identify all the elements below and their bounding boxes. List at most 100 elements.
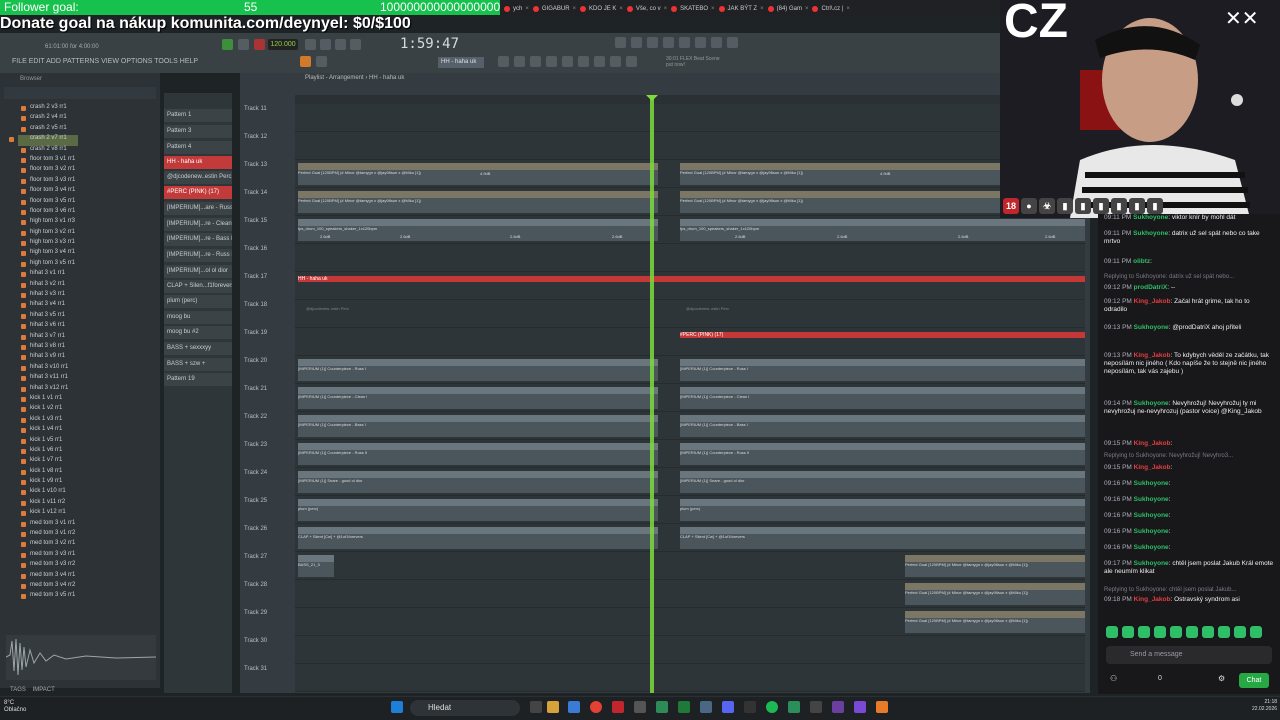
countdown-icon[interactable] <box>335 39 346 50</box>
playlist-clip[interactable]: [IMPERIUM (1)] Counterpiece - Russ II <box>298 443 658 465</box>
playlist-clip[interactable]: CLAP + Silent [Cw] + @1of1forevers <box>680 527 1085 549</box>
pattern-item[interactable]: CLAP + Silen...f1forevers <box>164 280 232 293</box>
gear-icon[interactable]: ⚙ <box>1218 674 1225 683</box>
playlist-clip[interactable]: Perfect Goal [120BPM] (# Minor @tamygn x… <box>298 191 658 213</box>
browser-file-item[interactable]: floor tom 3 v6 rr1 <box>21 208 78 218</box>
pattern-item[interactable]: Pattern 4 <box>164 141 232 154</box>
stop-icon[interactable] <box>238 39 249 50</box>
track-label[interactable]: Track 15 <box>244 218 284 244</box>
pattern-item[interactable]: #PERC (PINK) (17) <box>164 186 232 199</box>
pattern-item[interactable]: moog bu <box>164 311 232 324</box>
pattern-item[interactable]: [IMPERIUM]...are - Russ I <box>164 202 232 215</box>
track-label[interactable]: Track 29 <box>244 610 284 636</box>
close-icon[interactable]: × <box>760 6 764 12</box>
spotify-icon[interactable] <box>766 701 778 713</box>
track-label[interactable]: Track 28 <box>244 582 284 608</box>
chat-username[interactable]: Sukhoyone <box>1133 214 1168 221</box>
browser-file-item[interactable]: kick 1 v12 rr1 <box>21 509 78 519</box>
browser-file-item[interactable]: kick 1 v10 rr1 <box>21 488 78 498</box>
record-icon[interactable] <box>254 39 265 50</box>
pattern-item[interactable]: Pattern 1 <box>164 109 232 122</box>
wait-icon[interactable] <box>320 39 331 50</box>
chat-username[interactable]: King_Jakob <box>1134 352 1171 359</box>
browser-file-item[interactable]: med tom 3 v4 rr1 <box>21 572 78 582</box>
chrome-icon[interactable] <box>590 701 602 713</box>
edge-icon[interactable] <box>568 701 580 713</box>
pattern-selector[interactable]: HH - haha uk <box>438 57 484 68</box>
loop-record-icon[interactable] <box>350 39 361 50</box>
track-row[interactable] <box>295 664 1085 692</box>
close-icon[interactable]: × <box>711 6 715 12</box>
song-mode-icon[interactable] <box>316 56 327 67</box>
playlist-clip[interactable]: fps_drum_100_speakers_shaker_1x120bpm <box>298 219 658 241</box>
zoom-icon[interactable] <box>610 56 621 67</box>
playlist-clip[interactable]: Perfect Goal [120BPM] (# Minor @tamygn x… <box>905 583 1085 605</box>
excel-icon[interactable] <box>678 701 690 713</box>
browser-file-item[interactable]: med tom 3 v1 rr2 <box>21 530 78 540</box>
browser-file-item[interactable]: floor tom 3 v5 rr1 <box>21 198 78 208</box>
track-label[interactable]: Track 17 <box>244 274 284 300</box>
browser-tab[interactable]: KDO JE K × <box>580 3 623 14</box>
mixer-icon[interactable] <box>663 37 674 48</box>
browser-icon[interactable] <box>679 37 690 48</box>
emote-icon[interactable] <box>1250 626 1262 638</box>
playlist-icon[interactable] <box>615 37 626 48</box>
chat-icon[interactable] <box>711 37 722 48</box>
browser-file-item[interactable]: hihat 3 v1 rr1 <box>21 270 78 280</box>
playlist-clip[interactable]: [IMPERIUM (1)] Counterpiece - Russ I <box>298 359 658 381</box>
chat-username[interactable]: prodDatriX <box>1134 284 1168 291</box>
browser-file-item[interactable]: med tom 3 v2 rr1 <box>21 540 78 550</box>
pattern-item[interactable]: plum (perc) <box>164 295 232 308</box>
pattern-item[interactable]: Pattern 19 <box>164 373 232 386</box>
app-icon[interactable] <box>656 701 668 713</box>
weather-widget[interactable]: 8°C Oblačno <box>4 700 26 714</box>
track-row[interactable] <box>295 300 1085 328</box>
browser-file-item[interactable]: hihat 3 v5 rr1 <box>21 312 78 322</box>
browser-tab[interactable]: Ctrl\.cz | × <box>812 3 850 14</box>
pattern-item[interactable]: Pattern 3 <box>164 125 232 138</box>
track-row[interactable] <box>295 132 1085 160</box>
browser-tab[interactable]: (84) Gam × <box>767 3 808 14</box>
metronome-icon[interactable] <box>305 39 316 50</box>
browser-file-item[interactable]: kick 1 v8 rr1 <box>21 468 78 478</box>
browser-file-item[interactable]: kick 1 v4 rr1 <box>21 426 78 436</box>
browser-file-item[interactable]: hihat 3 v10 rr1 <box>21 364 78 374</box>
app-icon[interactable] <box>634 701 646 713</box>
browser-file-item[interactable]: kick 1 v7 rr1 <box>21 457 78 467</box>
close-icon[interactable]: × <box>846 6 850 12</box>
browser-file-item[interactable]: med tom 3 v3 rr2 <box>21 561 78 571</box>
snap-icon[interactable] <box>498 56 509 67</box>
playlist-clip[interactable]: Perfect Goal [120BPM] (# Minor @tamygn x… <box>905 555 1085 577</box>
emote-icon[interactable] <box>1122 626 1134 638</box>
delete-icon[interactable] <box>546 56 557 67</box>
discord-icon[interactable] <box>722 701 734 713</box>
track-label[interactable]: Track 22 <box>244 414 284 440</box>
playlist-clip[interactable]: Perfect Goal [120BPM] (# Minor @tamygn x… <box>298 163 658 185</box>
piano-roll-icon[interactable] <box>631 37 642 48</box>
chat-username[interactable]: King_Jakob <box>1134 298 1171 305</box>
task-view-icon[interactable] <box>530 701 542 713</box>
browser-file-item[interactable]: kick 1 v6 rr1 <box>21 447 78 457</box>
app-icon[interactable] <box>832 701 844 713</box>
chat-username[interactable]: Sukhoyone <box>1134 560 1169 567</box>
playlist-clip[interactable]: #PERC (PINK) (17) <box>680 332 1085 338</box>
chat-username[interactable]: Sukhoyone <box>1134 528 1169 535</box>
browser-file-item[interactable]: kick 1 v2 rr1 <box>21 405 78 415</box>
taskbar-clock[interactable]: 21:18 22.02.2026 <box>1252 699 1277 713</box>
pattern-item[interactable]: HH - haha uk <box>164 156 232 169</box>
browser-file-item[interactable]: crash 2 v8 rr1 <box>21 146 78 156</box>
browser-file-item[interactable]: med tom 3 v4 rr2 <box>21 582 78 592</box>
track-label[interactable]: Track 13 <box>244 162 284 188</box>
app-icon[interactable] <box>612 701 624 713</box>
browser-file-item[interactable]: floor tom 3 v3 rr1 <box>21 177 78 187</box>
pattern-item[interactable]: [IMPERIUM]...ol ol dior <box>164 265 232 278</box>
chat-username[interactable]: Sukhoyone <box>1134 512 1169 519</box>
pattern-item[interactable]: [IMPERIUM]...re - Clean I <box>164 218 232 231</box>
emote-icon[interactable] <box>1154 626 1166 638</box>
browser-file-item[interactable]: high tom 3 v1 rr3 <box>21 218 78 228</box>
browser-file-item[interactable]: crash 2 v7 rr1 <box>9 135 78 146</box>
playlist-clip[interactable]: [IMPERIUM (1)] Counterpiece - Bass I <box>680 415 1085 437</box>
browser-file-item[interactable]: med tom 3 v5 rr1 <box>21 592 78 602</box>
track-label[interactable]: Track 30 <box>244 638 284 664</box>
select-icon[interactable] <box>594 56 605 67</box>
